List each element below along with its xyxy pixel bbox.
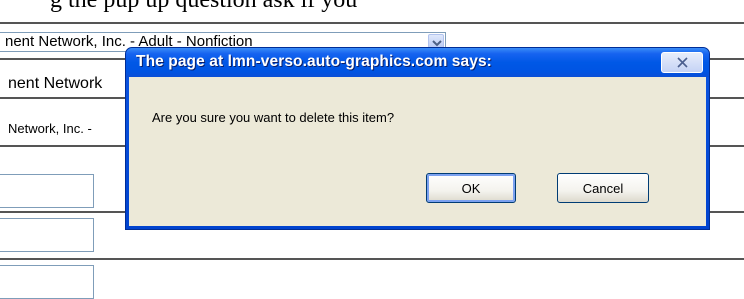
dialog-body: Are you sure you want to delete this ite… — [129, 77, 706, 226]
confirm-dialog: The page at lmn-verso.auto-graphics.com … — [125, 47, 710, 230]
dialog-titlebar[interactable]: The page at lmn-verso.auto-graphics.com … — [126, 48, 709, 77]
text-input[interactable] — [0, 265, 94, 299]
network-text: nent Network — [8, 75, 103, 92]
divider — [0, 22, 744, 24]
close-button[interactable] — [661, 52, 703, 73]
ok-button[interactable]: OK — [426, 173, 516, 203]
network-text-2: Network, Inc. - — [8, 121, 92, 136]
divider — [0, 258, 744, 260]
page-heading-partial: g the pup up question ask if you — [50, 0, 358, 13]
cancel-button[interactable]: Cancel — [557, 173, 649, 203]
dialog-title: The page at lmn-verso.auto-graphics.com … — [136, 53, 492, 70]
text-input[interactable] — [0, 218, 94, 252]
text-input[interactable] — [0, 174, 94, 208]
dialog-message: Are you sure you want to delete this ite… — [152, 110, 395, 125]
